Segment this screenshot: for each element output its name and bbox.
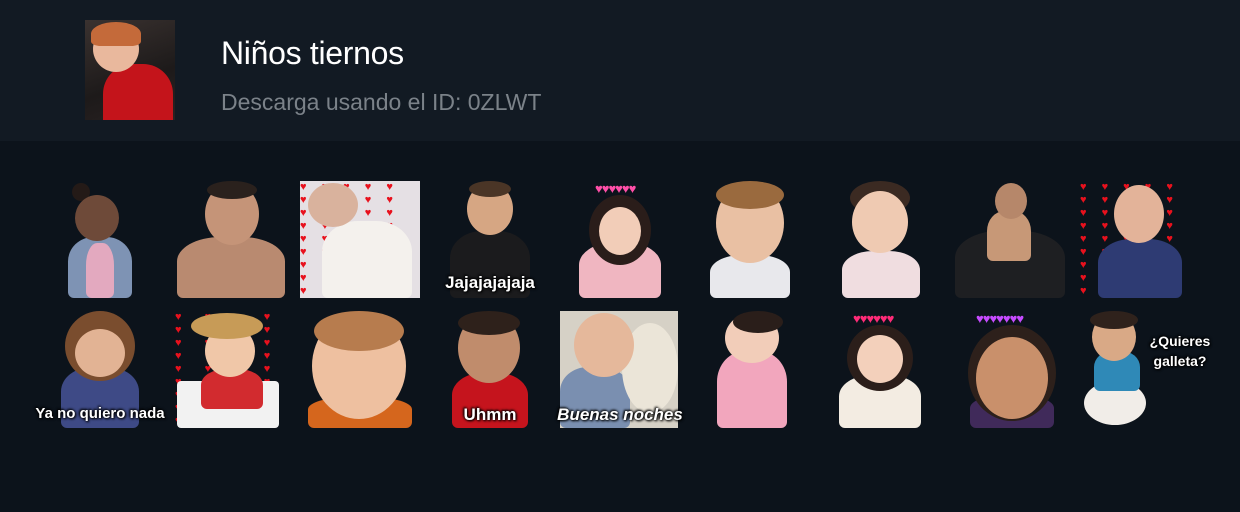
pack-header: Niños tiernos Descarga usando el ID: 0ZL… (0, 0, 1240, 141)
pack-title: Niños tiernos (221, 35, 404, 71)
sticker-caption: Buenas noches (557, 405, 683, 424)
sticker-3[interactable]: ♥ ♥ ♥ ♥ ♥ ♥ ♥ ♥ ♥ ♥ ♥ ♥ ♥ ♥ ♥ ♥ ♥ ♥ ♥ ♥ … (300, 181, 420, 301)
pack-cover-image (85, 20, 175, 120)
sticker-5[interactable]: ♥♥♥♥♥♥ (560, 181, 680, 301)
sticker-14[interactable]: Buenas noches (557, 311, 683, 431)
sticker-7[interactable] (820, 181, 940, 301)
sticker-8[interactable] (950, 181, 1070, 301)
sticker-16[interactable]: ♥♥♥♥♥♥ (820, 311, 940, 431)
sticker-caption: Jajajajajaja (445, 273, 535, 292)
sticker-9[interactable]: ♥ ♥ ♥ ♥ ♥ ♥ ♥ ♥ ♥ ♥ ♥ ♥ ♥ ♥ ♥ ♥ ♥ ♥ ♥ ♥ … (1080, 181, 1200, 301)
sticker-17[interactable]: ♥♥♥♥♥♥♥ (950, 311, 1070, 431)
sticker-2[interactable] (170, 181, 290, 301)
sticker-18[interactable]: ¿Quieres galleta? (1080, 311, 1210, 431)
sticker-1[interactable] (40, 181, 160, 301)
sticker-4[interactable]: Jajajajajaja (430, 181, 550, 301)
sticker-13[interactable]: Uhmm (430, 311, 550, 431)
sticker-10[interactable]: Ya no quiero nada (35, 311, 165, 431)
sticker-11[interactable]: ♥ ♥ ♥ ♥ ♥ ♥ ♥ ♥ ♥ ♥ ♥ ♥ ♥ ♥ ♥ ♥ ♥ ♥ ♥ ♥ … (170, 311, 290, 431)
sticker-caption: ¿Quieres galleta? (1149, 333, 1211, 369)
sticker-caption: Ya no quiero nada (35, 405, 165, 422)
sticker-12[interactable] (300, 311, 420, 431)
sticker-6[interactable] (690, 181, 810, 301)
pack-id-text: Descarga usando el ID: 0ZLWT (221, 89, 542, 115)
sticker-15[interactable] (690, 311, 810, 431)
